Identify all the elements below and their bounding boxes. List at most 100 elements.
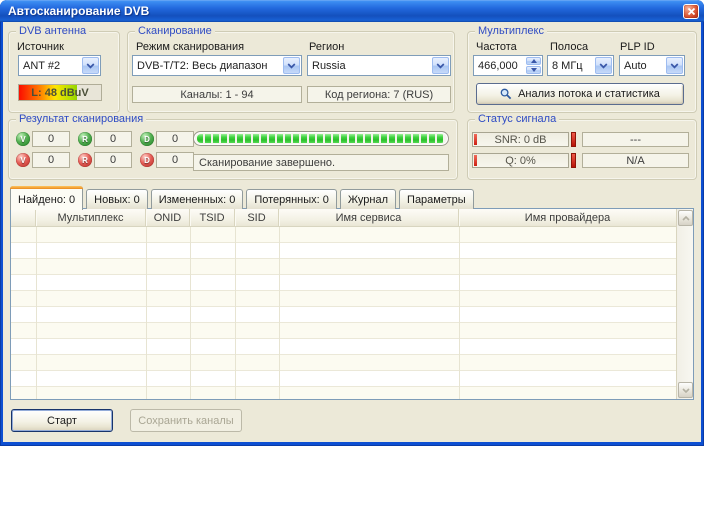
grid-line	[190, 227, 191, 399]
tab-bar: Найдено: 0 Новых: 0 Измененных: 0 Потеря…	[10, 185, 474, 209]
chevron-down-icon	[682, 388, 690, 393]
col-icon[interactable]	[11, 209, 36, 226]
grid-line	[146, 227, 147, 399]
video-fail-icon: V	[16, 153, 30, 167]
scan-progress-bar	[193, 131, 449, 146]
chevron-down-icon	[599, 63, 608, 69]
region-value: Russia	[308, 60, 432, 72]
col-provider-name[interactable]: Имя провайдера	[459, 209, 676, 226]
scroll-down-button[interactable]	[678, 382, 693, 398]
radio-ok-icon: R	[78, 132, 92, 146]
magnifier-icon	[500, 88, 512, 100]
vertical-scrollbar[interactable]	[676, 209, 693, 399]
grid-line	[459, 227, 460, 399]
plp-id-value: Auto	[620, 60, 666, 72]
data-ok-icon: D	[140, 132, 154, 146]
antenna-source-select[interactable]: ANT #2	[18, 55, 101, 76]
plp-id-select[interactable]: Auto	[619, 55, 685, 76]
group-dvb-antenna: DVB антенна Источник ANT #2 L: 48 dBuV	[8, 31, 120, 113]
close-button[interactable]	[683, 4, 699, 19]
region-select[interactable]: Russia	[307, 55, 451, 76]
snr-meter: SNR: 0 dB	[472, 132, 569, 147]
group-title: DVB антенна	[16, 25, 89, 37]
bandwidth-value: 8 МГц	[548, 60, 595, 72]
progress-fill	[197, 134, 445, 143]
tab-found[interactable]: Найдено: 0	[10, 186, 83, 210]
col-sid[interactable]: SID	[235, 209, 279, 226]
video-ok-count: 0	[32, 131, 70, 147]
data-ok-count: 0	[156, 131, 194, 147]
col-service-name[interactable]: Имя сервиса	[279, 209, 459, 226]
close-icon	[687, 7, 696, 16]
list-body[interactable]	[11, 227, 676, 399]
chevron-up-icon	[682, 216, 690, 221]
quality-peak-bar	[571, 153, 576, 168]
data-fail-count: 0	[156, 152, 194, 168]
tab-settings[interactable]: Параметры	[399, 189, 474, 209]
plp-id-label: PLP ID	[620, 41, 655, 53]
bandwidth-label: Полоса	[550, 41, 588, 53]
scan-mode-label: Режим сканирования	[136, 41, 244, 53]
grid-line	[235, 227, 236, 399]
group-title: Статус сигнала	[475, 113, 559, 125]
chevron-down-icon	[436, 63, 445, 69]
region-label: Регион	[309, 41, 344, 53]
save-channels-button[interactable]: Сохранить каналы	[130, 409, 242, 432]
spin-up-button[interactable]	[526, 57, 541, 65]
data-fail-icon: D	[140, 153, 154, 167]
titlebar[interactable]: Автосканирование DVB	[0, 0, 704, 22]
signal-level-meter: L: 48 dBuV	[18, 84, 102, 101]
col-tsid[interactable]: TSID	[190, 209, 235, 226]
tab-lost[interactable]: Потерянных: 0	[246, 189, 337, 209]
triangle-down-icon	[531, 68, 537, 72]
group-scanning: Сканирование Режим сканирования Регион D…	[127, 31, 455, 113]
start-button[interactable]: Старт	[11, 409, 113, 432]
dropdown-button[interactable]	[595, 57, 612, 74]
level-text: L: 48 dBuV	[19, 85, 101, 100]
group-signal-status: Статус сигнала SNR: 0 dB --- Q: 0% N/A	[467, 119, 697, 180]
quality-value-field: N/A	[582, 153, 689, 168]
window-title: Автосканирование DVB	[8, 4, 149, 18]
radio-ok-count: 0	[94, 131, 132, 147]
analyze-stream-button[interactable]: Анализ потока и статистика	[476, 83, 684, 105]
tab-new[interactable]: Новых: 0	[86, 189, 148, 209]
frequency-value: 466,000	[474, 60, 526, 72]
dropdown-button[interactable]	[283, 57, 300, 74]
col-onid[interactable]: ONID	[146, 209, 190, 226]
snr-value-field: ---	[582, 132, 689, 147]
quality-meter: Q: 0%	[472, 153, 569, 168]
dropdown-button[interactable]	[666, 57, 683, 74]
snr-peak-bar	[571, 132, 576, 147]
spinner-buttons	[526, 57, 541, 74]
scroll-up-button[interactable]	[678, 210, 693, 226]
scan-mode-select[interactable]: DVB-T/T2: Весь диапазон	[132, 55, 302, 76]
triangle-up-icon	[531, 59, 537, 63]
frequency-spinner[interactable]: 466,000	[473, 55, 543, 76]
grid-line	[279, 227, 280, 399]
region-code-field: Код региона: 7 (RUS)	[307, 86, 451, 103]
dropdown-button[interactable]	[432, 57, 449, 74]
dialog-client-area: DVB антенна Источник ANT #2 L: 48 dBuV С…	[3, 22, 701, 442]
chevron-down-icon	[287, 63, 296, 69]
dropdown-button[interactable]	[82, 57, 99, 74]
group-multiplex: Мультиплекс Частота Полоса PLP ID 466,00…	[467, 31, 697, 113]
radio-fail-icon: R	[78, 153, 92, 167]
chevron-down-icon	[86, 63, 95, 69]
channel-list: Мультиплекс ONID TSID SID Имя сервиса Им…	[10, 208, 694, 400]
chevron-down-icon	[670, 63, 679, 69]
col-multiplex[interactable]: Мультиплекс	[36, 209, 146, 226]
radio-fail-count: 0	[94, 152, 132, 168]
video-fail-count: 0	[32, 152, 70, 168]
grid-line	[36, 227, 37, 399]
frequency-label: Частота	[476, 41, 517, 53]
spin-down-button[interactable]	[526, 66, 541, 74]
scan-mode-value: DVB-T/T2: Весь диапазон	[133, 60, 283, 72]
tab-journal[interactable]: Журнал	[340, 189, 396, 209]
source-label: Источник	[17, 41, 64, 53]
list-header: Мультиплекс ONID TSID SID Имя сервиса Им…	[11, 209, 676, 227]
tab-changed[interactable]: Измененных: 0	[151, 189, 244, 209]
group-title: Результат сканирования	[16, 113, 146, 125]
channels-info-field: Каналы: 1 - 94	[132, 86, 302, 103]
bandwidth-select[interactable]: 8 МГц	[547, 55, 614, 76]
video-ok-icon: V	[16, 132, 30, 146]
